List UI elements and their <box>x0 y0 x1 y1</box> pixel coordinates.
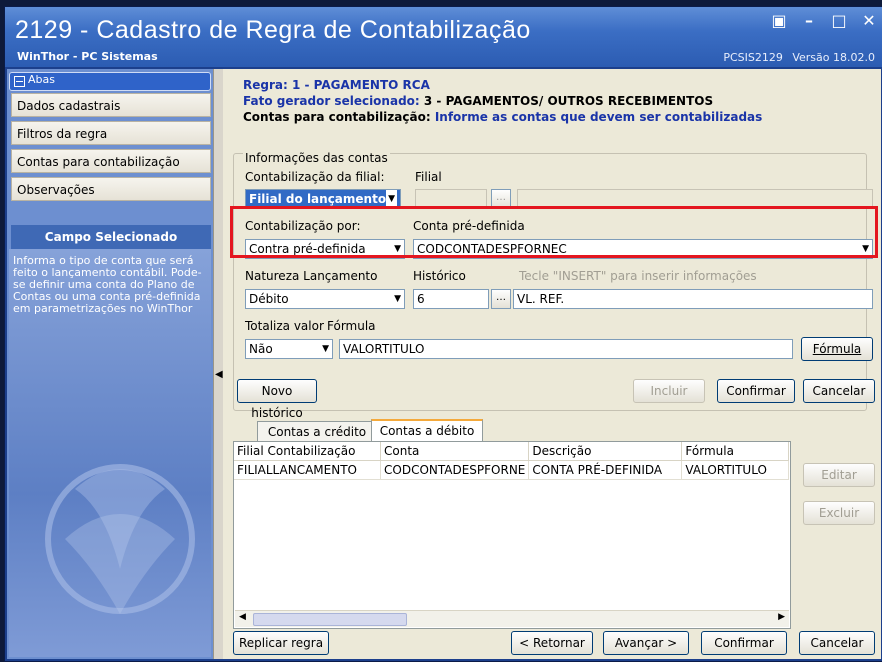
contas-tabs-area: Contas a crédito Contas a débito Filial … <box>233 419 875 629</box>
confirmar-button[interactable]: Confirmar <box>701 631 787 655</box>
title-bar: 2129 - Cadastro de Regra de Contabilizaç… <box>5 7 882 67</box>
company-name: WinThor - PC Sistemas <box>17 50 158 63</box>
collapse-icon[interactable] <box>14 76 25 87</box>
tab-contas-credito[interactable]: Contas a crédito <box>257 421 377 441</box>
formula-field[interactable]: VALORTITULO <box>339 339 793 359</box>
totaliza-select[interactable]: Não ▼ <box>245 339 333 359</box>
fato-label: Fato gerador selecionado: <box>243 94 420 108</box>
filial-label: Filial <box>415 170 442 184</box>
column-header[interactable]: Fórmula <box>681 442 790 461</box>
novo-historico-button[interactable]: Novo histórico <box>237 379 317 420</box>
abas-label: Abas <box>28 73 55 86</box>
sidebar-item-observacoes[interactable]: Observações <box>11 177 211 201</box>
retornar-button[interactable]: < Retornar <box>511 631 593 655</box>
historico-desc-field[interactable]: VL. REF. <box>513 289 873 309</box>
version-info: PCSIS2129 Versão 18.02.0 <box>717 51 875 64</box>
formula-label: Fórmula <box>327 319 376 333</box>
contab-filial-label: Contabilização da filial: <box>245 170 385 184</box>
winthor-logo-icon <box>45 464 195 614</box>
abas-header[interactable]: Abas <box>9 72 211 91</box>
sidebar-item-filtros-regra[interactable]: Filtros da regra <box>11 121 211 145</box>
window-title: 2129 - Cadastro de Regra de Contabilizaç… <box>15 16 531 44</box>
table-cell: CODCONTADESPFORNE <box>380 460 530 480</box>
table-row[interactable]: FILIALLANCAMENTO CODCONTADESPFORNE CONTA… <box>234 460 790 480</box>
program-code: PCSIS2129 <box>723 51 783 64</box>
cancelar-button[interactable]: Cancelar <box>799 631 875 655</box>
cancelar-form-button[interactable]: Cancelar <box>803 379 875 403</box>
scroll-right-icon[interactable]: ▶ <box>778 612 785 622</box>
highlight-box <box>230 206 878 258</box>
minimize-icon[interactable]: – <box>801 13 817 29</box>
historico-code-field[interactable]: 6 <box>413 289 489 309</box>
collapse-arrow-icon[interactable]: ◀ <box>215 369 223 380</box>
contas-grid: Filial Contabilização Conta Descrição Fó… <box>233 441 791 629</box>
chevron-down-icon[interactable]: ▼ <box>322 340 329 358</box>
fato-value: 3 - PAGAMENTOS/ OUTROS RECEBIMENTOS <box>423 94 714 108</box>
formula-button[interactable]: Fórmula <box>801 337 873 361</box>
regra-label: Regra: <box>243 78 288 92</box>
table-cell: CONTA PRÉ-DEFINIDA <box>528 460 683 480</box>
contas-value: Informe as contas que devem ser contabil… <box>434 110 763 124</box>
window-controls: ▣ – □ ✕ <box>771 13 877 29</box>
replicar-regra-button[interactable]: Replicar regra <box>233 631 329 655</box>
close-icon[interactable]: ✕ <box>861 13 877 29</box>
campo-selecionado-title: Campo Selecionado <box>11 225 211 249</box>
historico-hint: Tecle "INSERT" para inserir informações <box>519 269 757 283</box>
scrollbar-thumb[interactable] <box>253 613 407 626</box>
table-cell: VALORTITULO <box>681 460 790 480</box>
maximize-icon[interactable]: □ <box>831 13 847 29</box>
editar-button: Editar <box>803 463 875 487</box>
contas-label: Contas para contabilização: <box>243 110 431 124</box>
app-window: 2129 - Cadastro de Regra de Contabilizaç… <box>4 6 882 662</box>
restore-icon[interactable]: ▣ <box>771 13 787 29</box>
confirmar-form-button[interactable]: Confirmar <box>717 379 795 403</box>
contab-filial-value: Filial do lançamento <box>249 192 387 206</box>
natureza-label: Natureza Lançamento <box>245 269 378 283</box>
campo-selecionado-description: Informa o tipo de conta que será feito o… <box>13 254 202 315</box>
incluir-button: Incluir <box>633 379 705 403</box>
rule-header: Regra: 1 - PAGAMENTO RCA Fato gerador se… <box>243 77 762 125</box>
tab-contas-debito[interactable]: Contas a débito <box>371 419 483 441</box>
chevron-down-icon[interactable]: ▼ <box>394 290 401 308</box>
totaliza-label: Totaliza valor <box>245 319 324 333</box>
scroll-left-icon[interactable]: ◀ <box>239 612 246 622</box>
sidebar-item-contas-contabilizacao[interactable]: Contas para contabilização <box>11 149 211 173</box>
natureza-select[interactable]: Débito ▼ <box>245 289 405 309</box>
totaliza-value: Não <box>249 342 273 356</box>
column-header[interactable]: Descrição <box>528 442 683 461</box>
regra-value: 1 - PAGAMENTO RCA <box>291 78 430 92</box>
group-title: Informações das contas <box>243 151 390 165</box>
column-header[interactable]: Conta <box>380 442 530 461</box>
avancar-button[interactable]: Avançar > <box>603 631 689 655</box>
main-panel: Regra: 1 - PAGAMENTO RCA Fato gerador se… <box>223 69 881 659</box>
left-panel: Abas Dados cadastrais Filtros da regra C… <box>7 69 213 659</box>
sidebar-item-dados-cadastrais[interactable]: Dados cadastrais <box>11 93 211 117</box>
excluir-button: Excluir <box>803 501 875 525</box>
historico-lookup-button[interactable]: … <box>491 289 511 309</box>
horizontal-scrollbar[interactable]: ◀ ▶ <box>235 610 789 627</box>
column-header[interactable]: Filial Contabilização <box>234 442 381 461</box>
natureza-value: Débito <box>249 292 289 306</box>
historico-label: Histórico <box>413 269 466 283</box>
table-cell: FILIALLANCAMENTO <box>234 460 381 480</box>
version-label: Versão 18.02.0 <box>792 51 875 64</box>
